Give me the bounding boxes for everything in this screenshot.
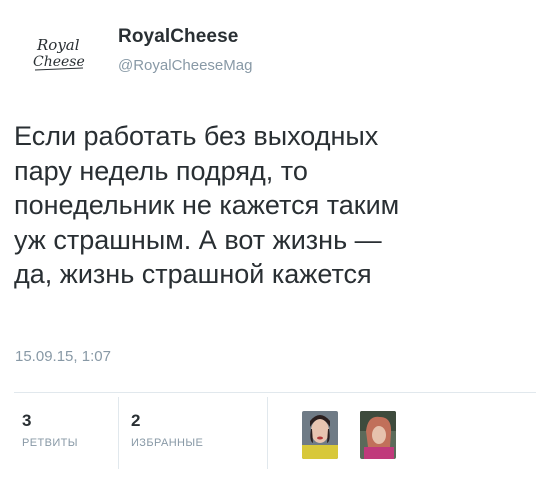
tweet-text: Если работать без выходных пару недель п… (14, 121, 400, 289)
favorites-stat[interactable]: 2 ИЗБРАННЫЕ (131, 411, 203, 449)
stat-separator (267, 397, 268, 469)
favorites-label: ИЗБРАННЫЕ (131, 437, 204, 449)
tweet-header: Royal Cheese RoyalCheese @RoyalCheeseMag (33, 24, 513, 84)
tweet-stats: 3 РЕТВИТЫ 2 ИЗБРАННЫЕ (14, 393, 536, 473)
author-name[interactable]: RoyalCheese (118, 26, 252, 48)
author-handle[interactable]: @RoyalCheeseMag (118, 57, 252, 75)
stat-separator (118, 397, 119, 469)
author-info: RoyalCheese @RoyalCheeseMag (118, 26, 252, 75)
user-avatar-1[interactable] (302, 411, 338, 459)
retweets-count: 3 (22, 411, 32, 430)
tweet-card: Royal Cheese RoyalCheese @RoyalCheeseMag… (0, 0, 550, 479)
retweets-stat[interactable]: 3 РЕТВИТЫ (22, 411, 78, 449)
favorites-count: 2 (131, 411, 141, 430)
user-avatar-2[interactable] (360, 411, 396, 459)
tweet-timestamp[interactable]: 15.09.15, 1:07 (15, 348, 111, 365)
logo-text-1: Royal (36, 36, 80, 54)
retweets-label: РЕТВИТЫ (22, 437, 78, 449)
royalcheese-logo[interactable]: Royal Cheese (33, 32, 93, 76)
logo-text-2: Cheese (33, 54, 85, 70)
